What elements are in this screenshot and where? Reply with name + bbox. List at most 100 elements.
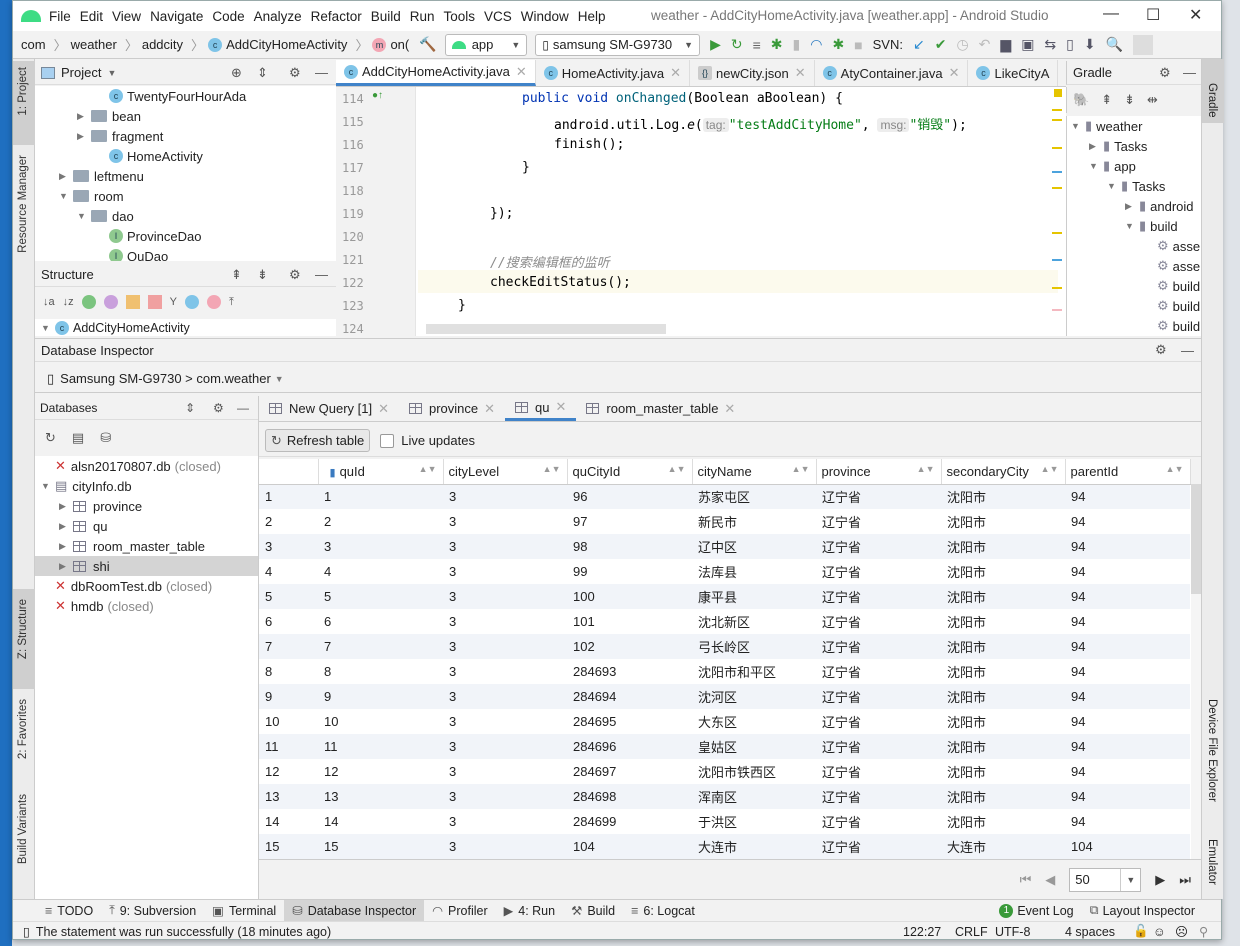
tool-window-button[interactable]: ◠ Profiler (424, 900, 496, 922)
menu-analyze[interactable]: Analyze (254, 9, 302, 24)
gradle-item[interactable]: ▼ ▮ Tasks (1067, 176, 1201, 196)
gear-icon[interactable]: ⚙ (1159, 65, 1171, 81)
table-cell[interactable]: 大东区 (692, 709, 816, 734)
table-cell[interactable]: 新民市 (692, 509, 816, 534)
table-cell[interactable]: 13 (318, 784, 443, 809)
table-cell[interactable]: 284693 (567, 659, 692, 684)
apply-code-changes-icon[interactable]: ≡ (753, 37, 761, 53)
emulator-label[interactable]: Emulator (1206, 839, 1218, 885)
tree-item[interactable]: ▼ dao (35, 206, 336, 226)
table-cell[interactable]: 11 (318, 734, 443, 759)
table-cell[interactable]: 94 (1065, 634, 1190, 659)
sort-by-type-icon[interactable]: ↓a (43, 296, 55, 308)
live-updates-checkbox[interactable] (380, 433, 395, 448)
table-cell[interactable]: 8 (318, 659, 443, 684)
table-row[interactable]: 15 15 3 104 大连市 辽宁省 大连市 104 (259, 834, 1190, 859)
show-anonymous-icon[interactable]: Y (170, 296, 177, 308)
close-tab-icon[interactable]: ✕ (484, 401, 495, 417)
table-cell[interactable]: 101 (567, 609, 692, 634)
table-cell[interactable]: 沈阳市 (941, 584, 1065, 609)
tree-item[interactable]: ▶ bean (35, 106, 336, 126)
table-cell[interactable]: 3 (443, 659, 567, 684)
sad-feedback-icon[interactable]: ☹ (1175, 924, 1188, 939)
minimize-button[interactable]: — (1103, 5, 1119, 23)
horizontal-scrollbar[interactable] (426, 324, 666, 334)
locate-icon[interactable]: ⊕ (231, 65, 242, 81)
menu-navigate[interactable]: Navigate (150, 9, 203, 24)
database-item[interactable]: ▼ ▤ cityInfo.db (35, 476, 258, 496)
sdk-manager-icon[interactable]: ▣ (1021, 36, 1034, 53)
happy-feedback-icon[interactable]: ☺ (1153, 925, 1166, 939)
link-icon[interactable]: ⇹ (1147, 92, 1158, 108)
hide-icon[interactable]: — (315, 65, 328, 80)
table-cell[interactable]: 沈阳市 (941, 759, 1065, 784)
table-cell[interactable]: 94 (1065, 584, 1190, 609)
table-cell[interactable]: 96 (567, 484, 692, 509)
stop-icon[interactable]: ■ (854, 37, 862, 53)
expand-arrow-icon[interactable]: ▶ (59, 501, 73, 512)
gradle-item[interactable]: ⚙ build (1067, 316, 1201, 336)
table-tab[interactable]: province ✕ (399, 396, 505, 421)
table-cell[interactable]: 辽宁省 (816, 684, 941, 709)
table-cell[interactable]: 1 (318, 484, 443, 509)
table-cell[interactable]: 3 (443, 534, 567, 559)
table-cell[interactable]: 沈北新区 (692, 609, 816, 634)
sort-icon[interactable]: ▲▼ (543, 464, 561, 474)
menu-window[interactable]: Window (521, 9, 569, 24)
table-cell[interactable]: 苏家屯区 (692, 484, 816, 509)
tree-item[interactable]: c HomeActivity (35, 146, 336, 166)
tool-window-button[interactable]: 1 Event Log (991, 900, 1081, 922)
show-inherited-icon[interactable] (81, 295, 96, 309)
table-cell[interactable]: 法库县 (692, 559, 816, 584)
tree-item[interactable]: ▶ fragment (35, 126, 336, 146)
table-cell[interactable]: 98 (567, 534, 692, 559)
menu-run[interactable]: Run (410, 9, 435, 24)
table-row[interactable]: 10 10 3 284695 大东区 辽宁省 沈阳市 94 (259, 709, 1190, 734)
table-cell[interactable]: 94 (1065, 684, 1190, 709)
column-header[interactable] (259, 459, 319, 485)
sort-icon[interactable]: ▲▼ (419, 464, 437, 474)
menu-code[interactable]: Code (212, 9, 244, 24)
profile-icon[interactable]: ◠ (810, 36, 822, 53)
database-item[interactable]: ▶ qu (35, 516, 258, 536)
code-editor[interactable]: c AddCityHomeActivity.java ✕ c HomeActivity.… (336, 60, 1076, 336)
show-fields-icon[interactable] (125, 295, 140, 309)
search-icon[interactable]: 🔍 (1106, 36, 1123, 53)
table-cell[interactable]: 辽宁省 (816, 784, 941, 809)
menu-edit[interactable]: Edit (80, 9, 103, 24)
breadcrumb-addcity[interactable]: addcity (125, 35, 183, 54)
hide-icon[interactable]: — (237, 401, 249, 415)
sort-alpha-icon[interactable]: ↓z (63, 296, 74, 308)
breadcrumb-method[interactable]: mon( (355, 35, 409, 54)
coverage-icon[interactable]: ▮ (793, 36, 801, 53)
table-cell[interactable]: 94 (1065, 734, 1190, 759)
table-cell[interactable]: 94 (1065, 559, 1190, 584)
table-row[interactable]: 5 5 3 100 康平县 辽宁省 沈阳市 94 (259, 584, 1190, 609)
show-lambda-icon[interactable] (206, 295, 221, 309)
table-cell[interactable]: 于洪区 (692, 809, 816, 834)
column-header[interactable]: quCityId ▲▼ (567, 459, 693, 485)
table-cell[interactable]: 辽宁省 (816, 634, 941, 659)
expand-arrow-icon[interactable]: ▶ (59, 541, 73, 552)
table-cell[interactable]: 大连市 (692, 834, 816, 859)
column-header[interactable]: province ▲▼ (816, 459, 942, 485)
table-tab[interactable]: room_master_table ✕ (576, 396, 745, 421)
close-tab-icon[interactable]: ✕ (795, 65, 806, 81)
status-message[interactable]: The statement was run successfully (18 m… (36, 925, 331, 939)
run-icon[interactable]: ▶ (710, 36, 721, 53)
table-cell[interactable]: 94 (1065, 759, 1190, 784)
table-cell[interactable]: 3 (443, 484, 567, 509)
table-cell[interactable]: 3 (443, 509, 567, 534)
table-row[interactable]: 2 2 3 97 新民市 辽宁省 沈阳市 94 (259, 509, 1190, 534)
table-cell[interactable]: 沈阳市和平区 (692, 659, 816, 684)
column-header[interactable]: ▮ quId ▲▼ (318, 459, 444, 485)
project-tool-label[interactable]: 1: Project (17, 67, 29, 116)
gradle-item[interactable]: ⚙ asse (1067, 256, 1201, 276)
collapsed-arrow-icon[interactable]: ▶ (59, 171, 73, 182)
hide-icon[interactable]: — (1181, 343, 1194, 358)
table-row[interactable]: 12 12 3 284697 沈阳市铁西区 辽宁省 沈阳市 94 (259, 759, 1190, 784)
column-header[interactable]: cityName ▲▼ (692, 459, 817, 485)
table-cell[interactable]: 沈阳市 (941, 709, 1065, 734)
table-cell[interactable]: 3 (443, 609, 567, 634)
structure-tool-label[interactable]: Z: Structure (17, 599, 29, 659)
